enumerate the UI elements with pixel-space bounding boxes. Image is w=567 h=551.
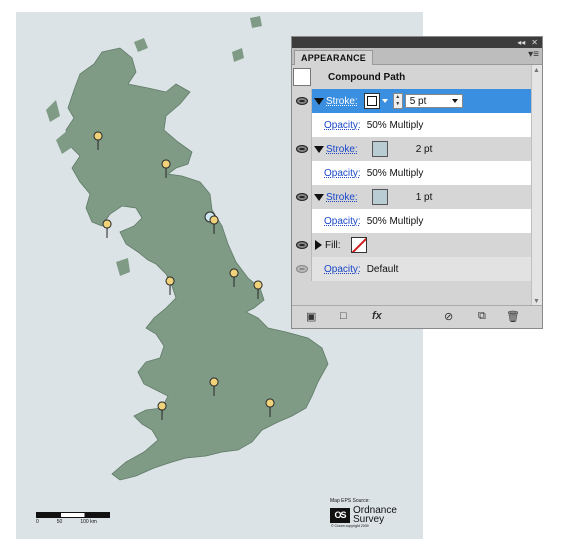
appearance-panel: ◂◂ ✕ APPEARANCE ▾≡ Compound Path Stroke:… xyxy=(291,36,543,329)
stroke-label[interactable]: Stroke: xyxy=(326,96,358,107)
panel-tab-row: APPEARANCE ▾≡ xyxy=(292,48,542,65)
stroke-label[interactable]: Stroke: xyxy=(326,144,358,155)
opacity-label[interactable]: Opacity: xyxy=(324,120,361,131)
island-shape xyxy=(46,100,60,122)
opacity-value: 50% Multiply xyxy=(366,215,424,227)
expand-triangle-icon[interactable] xyxy=(314,193,324,201)
clear-appearance-icon[interactable]: ⊘ xyxy=(444,310,453,323)
stroke-color-swatch[interactable] xyxy=(363,93,380,109)
row-spacer xyxy=(292,113,312,137)
object-thumbnail xyxy=(293,68,311,86)
header-row: Compound Path xyxy=(292,65,532,89)
opacity-row[interactable]: Opacity: Default xyxy=(292,257,532,281)
expand-triangle-icon[interactable] xyxy=(314,145,324,153)
visibility-eye-icon[interactable] xyxy=(292,137,312,161)
stroke-color-swatch[interactable] xyxy=(371,189,388,205)
stroke-color-dropdown[interactable] xyxy=(381,94,389,108)
stroke-label[interactable]: Stroke: xyxy=(326,192,358,203)
opacity-label[interactable]: Opacity: xyxy=(324,264,361,275)
panel-titlebar[interactable]: ◂◂ ✕ xyxy=(292,37,542,48)
expand-triangle-icon[interactable] xyxy=(314,97,324,105)
chevron-down-icon[interactable] xyxy=(451,99,458,103)
scale-label: 100 km xyxy=(80,519,97,525)
stroke-weight-value: 5 pt xyxy=(409,95,427,107)
stroke-row[interactable]: Stroke: 1 pt xyxy=(292,185,532,209)
opacity-label[interactable]: Opacity: xyxy=(324,216,361,227)
visibility-eye-icon[interactable] xyxy=(292,257,312,281)
island-shape xyxy=(204,420,218,432)
scroll-up-icon[interactable]: ▲ xyxy=(533,67,540,74)
appearance-list: Compound Path Stroke: ▲▼ 5 pt Opacity: xyxy=(292,65,532,307)
visibility-eye-icon[interactable] xyxy=(292,185,312,209)
expand-triangle-icon[interactable] xyxy=(315,240,322,250)
fill-row[interactable]: Fill: xyxy=(292,233,532,257)
os-credit: Map EPS Source: OS Ordnance Survey © Cro… xyxy=(330,498,420,528)
scale-bar: 0 50 100 km xyxy=(36,512,110,525)
panel-scrollbar[interactable]: ▲ ▼ xyxy=(531,65,542,307)
opacity-row[interactable]: Opacity: 50% Multiply xyxy=(292,161,532,185)
stroke-weight-field[interactable]: 5 pt xyxy=(404,94,463,108)
stroke-weight-value: 1 pt xyxy=(415,191,433,203)
opacity-value: 50% Multiply xyxy=(366,119,424,131)
os-logo-icon: OS xyxy=(330,507,350,523)
stroke-color-swatch[interactable] xyxy=(371,141,388,157)
opacity-row[interactable]: Opacity: 50% Multiply xyxy=(292,113,532,137)
opacity-label[interactable]: Opacity: xyxy=(324,168,361,179)
stroke-weight-stepper[interactable]: ▲ ▼ xyxy=(392,93,403,109)
scale-label: 0 xyxy=(36,519,39,525)
scale-bar-graphic xyxy=(36,512,110,518)
row-spacer xyxy=(292,209,312,233)
fx-icon[interactable]: fx xyxy=(372,310,382,322)
opacity-value: Default xyxy=(366,263,399,275)
object-type-label: Compound Path xyxy=(312,65,532,89)
add-stroke-icon[interactable]: □ xyxy=(340,310,347,322)
panel-bottom-toolbar: ▣ □ fx ⊘ ⧉ 🗑 xyxy=(292,305,542,328)
tab-appearance[interactable]: APPEARANCE xyxy=(294,50,374,65)
fill-none-swatch[interactable] xyxy=(350,237,367,253)
row-spacer xyxy=(292,161,312,185)
fill-label: Fill: xyxy=(325,239,341,251)
duplicate-item-icon[interactable]: ⧉ xyxy=(478,310,486,323)
close-icon[interactable]: ✕ xyxy=(531,38,538,47)
stroke-weight-value: 2 pt xyxy=(415,143,433,155)
map-source-label: Map EPS Source: xyxy=(330,498,370,504)
panel-menu-icon[interactable]: ▾≡ xyxy=(528,49,539,60)
opacity-row[interactable]: Opacity: 50% Multiply xyxy=(292,209,532,233)
visibility-eye-icon[interactable] xyxy=(292,233,312,257)
trash-icon[interactable]: 🗑 xyxy=(506,310,520,323)
opacity-value: 50% Multiply xyxy=(366,167,424,179)
island-shape xyxy=(134,38,148,52)
stroke-row[interactable]: Stroke: 2 pt xyxy=(292,137,532,161)
os-name-line2: Survey xyxy=(353,514,385,525)
island-shape xyxy=(250,16,262,28)
collapse-icon[interactable]: ◂◂ xyxy=(517,38,525,47)
scale-label: 50 xyxy=(56,519,63,525)
land-shape xyxy=(65,47,329,481)
new-art-icon[interactable]: ▣ xyxy=(306,310,316,323)
visibility-eye-icon[interactable] xyxy=(292,89,312,113)
map-pin-icon xyxy=(102,219,112,239)
scroll-down-icon[interactable]: ▼ xyxy=(533,298,540,305)
island-shape xyxy=(116,258,130,276)
stroke-row[interactable]: Stroke: ▲ ▼ 5 pt xyxy=(292,89,532,113)
island-shape xyxy=(232,48,244,62)
